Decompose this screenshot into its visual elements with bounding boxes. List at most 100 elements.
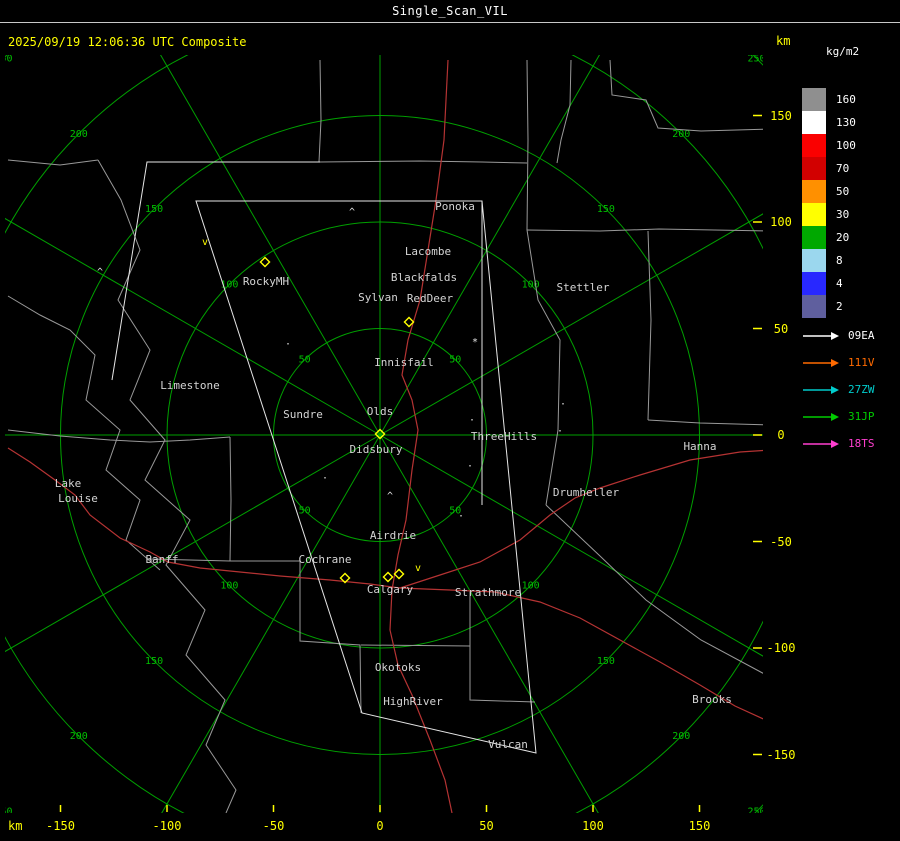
vil-color-scale: 160 130 100 70 50 30 20 8 4 2: [802, 88, 898, 318]
radar-id-label: 27ZW: [848, 383, 875, 396]
scale-row: 20: [802, 226, 898, 249]
scale-color-swatch: [802, 226, 826, 249]
city-label: Limestone: [160, 379, 220, 392]
city-label: Okotoks: [375, 661, 421, 674]
county-boundary-line: [556, 59, 572, 164]
radar-id-label: 111V: [848, 356, 875, 369]
range-ring-label: 150: [145, 204, 163, 215]
x-axis-tick-label: 100: [582, 819, 604, 833]
scale-unit-label: kg/m2: [826, 45, 860, 58]
titlebar-divider: [0, 22, 900, 23]
county-boundary-line: [97, 159, 237, 813]
scale-value-label: 4: [836, 277, 843, 290]
radar-app-window: Single_Scan_VIL 2025/09/19 12:06:36 UTC …: [0, 0, 900, 841]
point-glyph: ·: [458, 511, 464, 522]
highway-line: [7, 447, 496, 593]
county-boundary-line: [647, 230, 652, 421]
point-glyph: ·: [285, 339, 291, 350]
range-ring-label: 250: [747, 807, 763, 813]
scale-color-swatch: [802, 295, 826, 318]
city-label: Vulcan: [488, 738, 528, 751]
county-boundary-line: [526, 229, 561, 506]
radar-arrow-icon: [803, 385, 839, 394]
scale-row: 130: [802, 111, 898, 134]
city-label: Cochrane: [299, 553, 352, 566]
range-ring-label: 250: [5, 55, 13, 64]
radar-id-label: 09EA: [848, 329, 875, 342]
city-label: Hanna: [683, 440, 716, 453]
scale-row: 160: [802, 88, 898, 111]
y-axis-tick-label: -50: [770, 534, 792, 549]
range-ring-label: 100: [220, 581, 238, 592]
scale-row: 30: [802, 203, 898, 226]
radar-id-label: 18TS: [848, 437, 875, 450]
county-boundary-line: [469, 646, 536, 703]
range-ring-label: 50: [299, 505, 311, 516]
county-boundary-line: [647, 419, 763, 426]
point-glyph: ·: [467, 461, 473, 472]
y-axis-tick-label: 0: [777, 428, 785, 442]
radar-arrow-icon: [803, 331, 839, 340]
scale-value-label: 100: [836, 139, 856, 152]
y-axis-tick-label: 50: [773, 321, 789, 336]
city-label: Olds: [367, 405, 394, 418]
county-boundary-line: [360, 591, 471, 647]
x-axis-tick-label: -100: [152, 819, 182, 833]
point-glyph: ·: [557, 426, 563, 437]
city-label: Ponoka: [435, 200, 475, 213]
scale-value-label: 30: [836, 208, 850, 221]
range-ring-label: 200: [70, 731, 88, 742]
scale-color-swatch: [802, 180, 826, 203]
scale-row: 8: [802, 249, 898, 272]
city-label: Banff: [145, 553, 178, 566]
x-axis-tick-label: 0: [376, 819, 384, 833]
y-axis-tick-label: 100: [770, 215, 792, 229]
range-spoke-line: [379, 434, 763, 657]
range-ring-label: 50: [299, 355, 311, 366]
radar-arrow-icon: [803, 412, 839, 421]
city-label: Stettler: [557, 281, 610, 294]
point-glyph: ·: [322, 473, 328, 484]
scale-color-swatch: [802, 88, 826, 111]
range-ring-label: 250: [747, 55, 763, 64]
x-axis-tick-label: -150: [46, 819, 75, 833]
city-label: Drumheller: [553, 486, 620, 499]
city-label: Airdrie: [370, 529, 416, 542]
point-glyph: ·: [560, 399, 566, 410]
radar-id-label: 31JP: [848, 410, 875, 423]
side-panel: kg/m2 160 130 100 70 50 30 20 8 4 2 09EA 111V 27ZW 3…: [802, 45, 898, 457]
city-label: Calgary: [367, 583, 414, 596]
range-ring-label: 150: [597, 656, 615, 667]
city-label: Blackfalds: [391, 271, 457, 284]
y-axis-tick-label: 150: [770, 108, 792, 123]
scale-value-label: 130: [836, 116, 856, 129]
scale-row: 100: [802, 134, 898, 157]
county-boundary-line: [318, 59, 322, 163]
range-ring-label: 200: [70, 129, 88, 140]
scale-color-swatch: [802, 111, 826, 134]
scale-value-label: 50: [836, 185, 850, 198]
city-label: Strathmore: [455, 586, 521, 599]
scale-color-swatch: [802, 203, 826, 226]
point-glyph: v: [202, 237, 208, 248]
county-boundary-line: [545, 504, 763, 674]
point-glyph: ^: [97, 267, 103, 278]
scale-value-label: 2: [836, 300, 843, 313]
scale-row: 50: [802, 180, 898, 203]
radar-arrow-icon: [803, 358, 839, 367]
city-label: Brooks: [692, 693, 732, 706]
scale-color-swatch: [802, 249, 826, 272]
point-glyph: ^: [349, 207, 355, 218]
city-label: Lacombe: [405, 245, 451, 258]
y-axis-tick-label: -150: [766, 747, 796, 762]
y-axis-unit: km: [776, 34, 791, 48]
city-label: RockyMH: [243, 275, 289, 288]
radar-legend-row: 18TS: [802, 430, 898, 457]
city-label: Sylvan: [358, 291, 398, 304]
radar-map-canvas[interactable]: 5050505010010010010015015015015020020020…: [5, 55, 763, 813]
scan-timestamp: 2025/09/19 12:06:36 UTC Composite: [8, 35, 247, 49]
city-label: RedDeer: [407, 292, 454, 305]
scale-color-swatch: [802, 272, 826, 295]
radar-site-legend: 09EA 111V 27ZW 31JP 18TS: [802, 322, 898, 457]
scale-row: 4: [802, 272, 898, 295]
